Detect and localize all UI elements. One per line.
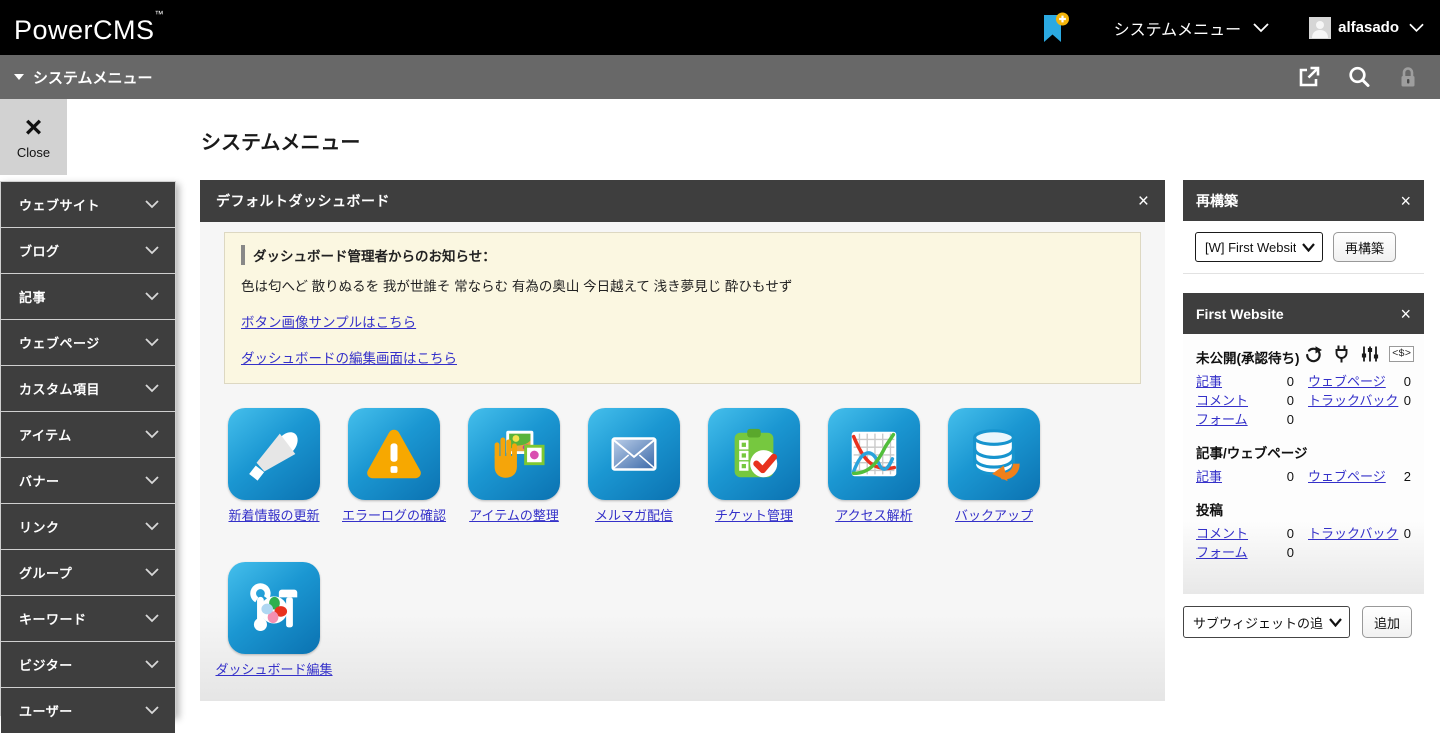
- shortcut-newsletter: メルマガ配信: [584, 408, 684, 524]
- sidebar-item-website[interactable]: ウェブサイト: [1, 182, 175, 227]
- chevron-down-icon: [145, 568, 159, 577]
- sidebar-item-webpage[interactable]: ウェブページ: [1, 320, 175, 365]
- stat-row: コメント 0 トラックバック 0: [1196, 524, 1411, 543]
- scope-switcher[interactable]: システムメニュー: [14, 67, 153, 88]
- chevron-down-icon: [145, 476, 159, 485]
- notice-title: ダッシュボード管理者からのお知らせ：: [241, 245, 1124, 265]
- view-site-icon[interactable]: [1296, 64, 1322, 90]
- chevron-down-icon: [1302, 243, 1315, 252]
- dashboard-title: デフォルトダッシュボード: [216, 191, 390, 211]
- chevron-down-icon: [145, 246, 159, 255]
- template-variable-icon[interactable]: <$>: [1389, 346, 1414, 362]
- rebuild-widget-title: 再構築: [1196, 191, 1238, 211]
- system-menu-label: システムメニュー: [1114, 16, 1242, 40]
- avatar: [1309, 17, 1331, 39]
- stat-row: フォーム 0: [1196, 410, 1411, 429]
- stat-row: 記事 0 ウェブページ 2: [1196, 467, 1411, 486]
- refresh-icon[interactable]: [1303, 345, 1323, 364]
- close-icon[interactable]: ×: [1400, 305, 1411, 323]
- powercms-logo: PowerCMS™: [14, 9, 164, 46]
- close-icon[interactable]: ×: [1400, 192, 1411, 210]
- envelope-icon[interactable]: [588, 408, 680, 500]
- stat-row: 記事 0 ウェブページ 0: [1196, 372, 1411, 391]
- trademark: ™: [155, 9, 164, 19]
- chevron-down-icon: [1329, 618, 1342, 627]
- chevron-down-icon: [145, 660, 159, 669]
- site-widget-title: First Website: [1196, 306, 1284, 322]
- sidebar-item-blog[interactable]: ブログ: [1, 228, 175, 273]
- sidebar-item-user[interactable]: ユーザー: [1, 688, 175, 733]
- rebuild-widget: 再構築 × [W] First Website 再構築: [1183, 180, 1424, 274]
- user-menu[interactable]: alfasado: [1309, 17, 1424, 39]
- close-sidebar-button[interactable]: × Close: [0, 99, 67, 175]
- sidebar-item-visitor[interactable]: ビジター: [1, 642, 175, 687]
- lock-icon[interactable]: [1396, 64, 1420, 90]
- chevron-down-icon: [145, 614, 159, 623]
- notice-link-edit-dashboard[interactable]: ダッシュボードの編集画面はこちら: [241, 347, 1124, 367]
- plugin-icon[interactable]: [1332, 344, 1351, 364]
- sidebar-item-banner[interactable]: バナー: [1, 458, 175, 503]
- context-nav-bar: システムメニュー: [0, 55, 1440, 99]
- rebuild-button[interactable]: 再構築: [1333, 232, 1396, 262]
- sidebar-item-keyword[interactable]: キーワード: [1, 596, 175, 641]
- page-title: システムメニュー: [201, 126, 360, 155]
- close-icon[interactable]: ×: [1138, 192, 1149, 211]
- shortcut-tickets: チケット管理: [704, 408, 804, 524]
- database-icon[interactable]: [948, 408, 1040, 500]
- search-icon[interactable]: [1346, 64, 1372, 90]
- top-app-bar: PowerCMS™ システムメニュー alfasado: [0, 0, 1440, 55]
- megaphone-icon[interactable]: [228, 408, 320, 500]
- sidebar-item-entry[interactable]: 記事: [1, 274, 175, 319]
- clipboard-check-icon[interactable]: [708, 408, 800, 500]
- triangle-down-icon: [14, 74, 24, 80]
- user-name: alfasado: [1338, 19, 1399, 36]
- chevron-down-icon: [1409, 23, 1424, 33]
- sidebar-item-customfields[interactable]: カスタム項目: [1, 366, 175, 411]
- chart-icon[interactable]: [828, 408, 920, 500]
- bookmark-add-icon[interactable]: [1040, 12, 1070, 44]
- admin-notice: ダッシュボード管理者からのお知らせ： 色は匂へど 散りぬるを 我が世誰そ 常なら…: [224, 232, 1141, 384]
- first-website-widget: First Website ×: [1183, 293, 1424, 594]
- shortcut-backup: バックアップ: [944, 408, 1044, 524]
- notice-link-button-samples[interactable]: ボタン画像サンプルはこちら: [241, 311, 1124, 331]
- chevron-down-icon: [145, 430, 159, 439]
- stat-row: フォーム 0: [1196, 543, 1411, 562]
- close-label: Close: [17, 145, 50, 160]
- add-subwidget-bar: サブウィジェットの追加 追加: [1183, 606, 1424, 638]
- system-menu-dropdown[interactable]: システムメニュー: [1114, 16, 1270, 40]
- tools-icon[interactable]: [228, 562, 320, 654]
- warning-icon[interactable]: [348, 408, 440, 500]
- close-icon: ×: [25, 114, 43, 142]
- hand-photos-icon[interactable]: [468, 408, 560, 500]
- sidebar-item-asset[interactable]: アイテム: [1, 412, 175, 457]
- sidebar-item-link[interactable]: リンク: [1, 504, 175, 549]
- notice-body: 色は匂へど 散りぬるを 我が世誰そ 常ならむ 有為の奥山 今日越えて 浅き夢見じ…: [241, 275, 1124, 295]
- chevron-down-icon: [145, 338, 159, 347]
- chevron-down-icon: [145, 200, 159, 209]
- shortcut-organize-assets: アイテムの整理: [464, 408, 564, 524]
- sliders-icon[interactable]: [1360, 344, 1380, 364]
- shortcut-edit-dashboard: ダッシュボード編集: [224, 562, 324, 678]
- subwidget-select[interactable]: サブウィジェットの追加: [1183, 606, 1350, 638]
- chevron-down-icon: [145, 292, 159, 301]
- scope-title: システムメニュー: [33, 67, 153, 88]
- shortcut-analytics: アクセス解析: [824, 408, 924, 524]
- add-subwidget-button[interactable]: 追加: [1362, 606, 1412, 638]
- shortcut-news-update: 新着情報の更新: [224, 408, 324, 524]
- section-entries-pages: 記事/ウェブページ 記事 0 ウェブページ 2: [1196, 442, 1411, 486]
- chevron-down-icon: [145, 706, 159, 715]
- chevron-down-icon: [1253, 23, 1269, 33]
- section-feedback: 投稿 コメント 0 トラックバック 0 フォーム 0: [1196, 499, 1411, 562]
- chevron-down-icon: [145, 522, 159, 531]
- stat-row: コメント 0 トラックバック 0: [1196, 391, 1411, 410]
- sidebar-nav: ウェブサイト ブログ 記事 ウェブページ カスタム項目 アイテム バナー リンク…: [0, 181, 176, 716]
- site-select[interactable]: [W] First Website: [1195, 232, 1323, 262]
- sidebar-item-group[interactable]: グループ: [1, 550, 175, 595]
- default-dashboard-widget: デフォルトダッシュボード × ダッシュボード管理者からのお知らせ： 色は匂へど …: [200, 180, 1165, 701]
- chevron-down-icon: [145, 384, 159, 393]
- shortcut-error-log: エラーログの確認: [344, 408, 444, 524]
